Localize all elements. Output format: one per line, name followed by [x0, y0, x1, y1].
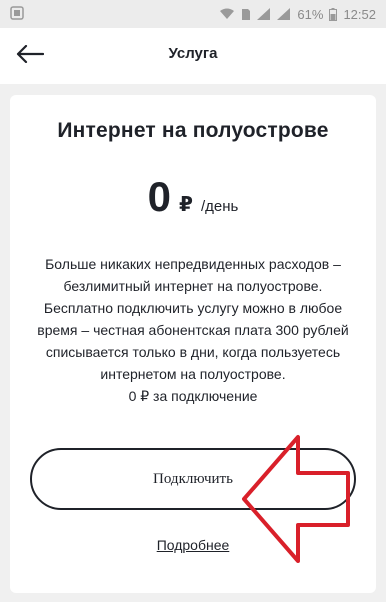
notification-icon [10, 6, 24, 20]
service-card: Интернет на полуострове 0 ₽ /день Больше… [10, 95, 376, 593]
status-bar: 61% 12:52 [0, 0, 386, 28]
app-bar: Услуга [0, 28, 386, 84]
wifi-icon [219, 8, 235, 20]
service-description: Больше никаких непредвиденных расходов –… [37, 256, 349, 382]
battery-icon [329, 7, 338, 21]
signal-icon [257, 8, 271, 20]
more-link[interactable]: Подробнее [157, 537, 230, 553]
service-description-block: Больше никаких непредвиденных расходов –… [30, 253, 356, 407]
price: 0 ₽ /день [10, 173, 376, 221]
connect-button[interactable]: Подключить [30, 448, 356, 510]
service-title: Интернет на полуострове [57, 119, 329, 142]
page-title: Услуга [168, 45, 218, 62]
signal-icon [277, 8, 291, 20]
price-value: 0 [147, 173, 172, 220]
price-currency: ₽ [179, 194, 193, 216]
price-unit: /день [200, 198, 239, 215]
connection-fee: 0 ₽ за подключение [128, 388, 258, 404]
clock: 12:52 [343, 6, 376, 22]
sim-icon [241, 8, 251, 21]
battery-percent: 61% [297, 6, 324, 22]
